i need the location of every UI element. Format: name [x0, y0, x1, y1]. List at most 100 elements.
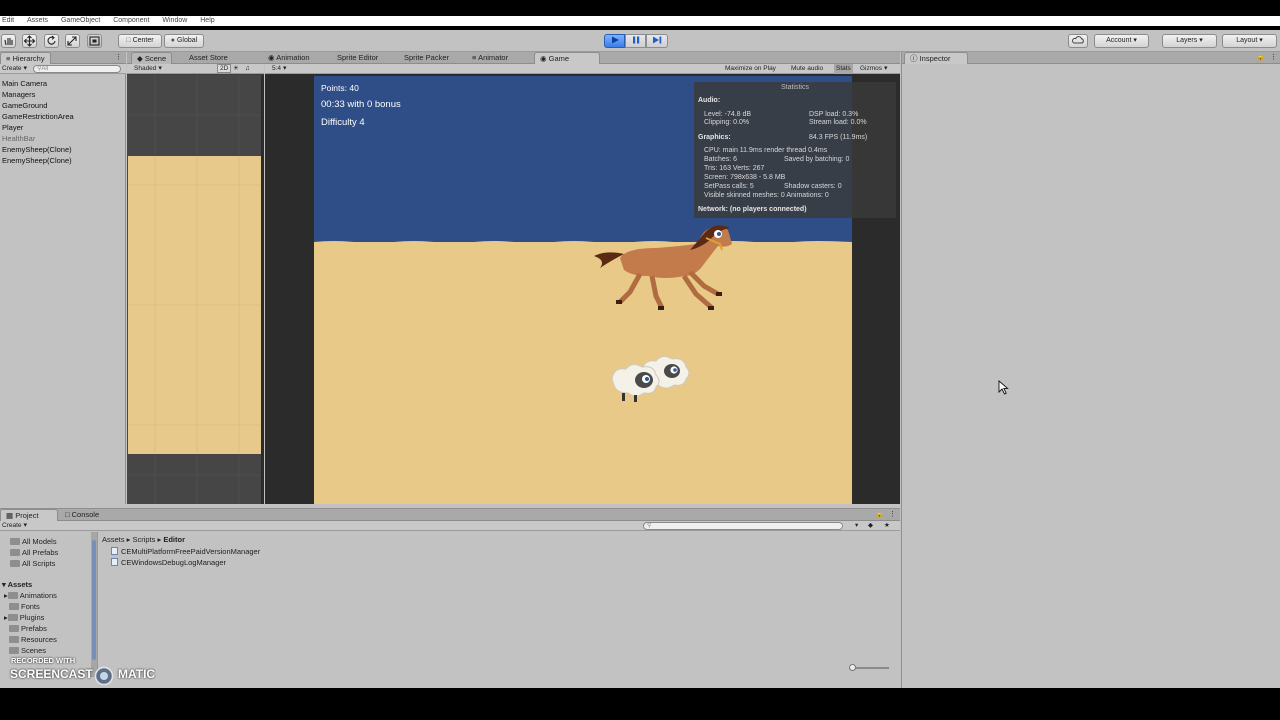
rect-tool-button[interactable] [87, 34, 102, 48]
filter-label-icon[interactable]: ◆ [868, 521, 873, 531]
game-tab-icon: ◉ [540, 54, 547, 63]
menu-item-help[interactable]: Help [200, 17, 214, 24]
lighting-icon[interactable]: ☀ [233, 64, 239, 74]
file-item[interactable]: CEWindowsDebugLogManager [111, 558, 226, 567]
hierarchy-toolbar: Create ⚲All [0, 64, 126, 74]
watermark-brand-left: SCREENCAST [10, 667, 93, 681]
panel-menu-icon[interactable]: ⋮ [889, 509, 896, 521]
hierarchy-item[interactable]: Player [2, 123, 23, 132]
layout-dropdown[interactable]: Layout [1222, 34, 1277, 48]
hierarchy-item[interactable]: GameRestrictionArea [2, 112, 74, 121]
tab-sprite-packer[interactable]: Sprite Packer [399, 52, 454, 64]
file-item[interactable]: CEMultiPlatformFreePaidVersionManager [111, 547, 260, 556]
hierarchy-create-dropdown[interactable]: Create [2, 64, 27, 74]
hierarchy-item[interactable]: HealthBar [2, 134, 35, 143]
favorite-all-models[interactable]: All Models [10, 537, 57, 546]
hand-tool-button[interactable] [1, 34, 16, 48]
lock-icon[interactable]: 🔒 [875, 509, 884, 521]
aspect-dropdown[interactable]: 5:4 [272, 64, 372, 74]
cloud-button[interactable] [1068, 34, 1088, 48]
favorite-all-prefabs[interactable]: All Prefabs [10, 548, 58, 557]
gizmos-dropdown[interactable]: Gizmos [860, 64, 888, 74]
move-tool-button[interactable] [22, 34, 37, 48]
hand-icon [4, 38, 13, 46]
game-toolbar: 5:4 Maximize on Play Mute audio Stats Gi… [265, 64, 900, 74]
stats-toggle[interactable]: Stats [834, 64, 853, 74]
audio-icon[interactable]: ♫ [245, 64, 250, 74]
play-button[interactable] [604, 34, 625, 48]
icon-size-slider[interactable] [849, 664, 889, 671]
pivot-center-label: Center [132, 37, 154, 44]
tab-console[interactable]: □ Console [60, 509, 104, 521]
folder-animations[interactable]: ▸ Animations [4, 591, 57, 600]
inspector-panel: ⓘ Inspector 🔒 ⋮ [901, 52, 1280, 688]
tab-game[interactable]: ◉ Game [534, 52, 600, 64]
tab-asset-store[interactable]: Asset Store [184, 52, 233, 64]
menu-item-component[interactable]: Component [113, 17, 149, 24]
tree-scrollbar-thumb[interactable] [92, 540, 96, 660]
menu-item-edit[interactable]: Edit [2, 17, 14, 24]
rect-icon [89, 36, 100, 46]
project-tab-label: Project [15, 511, 39, 520]
hierarchy-item[interactable]: EnemySheep(Clone) [2, 145, 72, 154]
menu-bar: Edit Assets GameObject Component Window … [0, 16, 1280, 26]
filter-type-icon[interactable]: ▾ [855, 521, 858, 531]
mode-2d-toggle[interactable]: 2D [217, 64, 232, 73]
pause-button[interactable] [625, 34, 646, 48]
tab-project[interactable]: ▦ Project [0, 509, 58, 521]
tab-animator[interactable]: ≡ Animator [467, 52, 513, 64]
tab-scene[interactable]: ◆ Scene [131, 52, 173, 64]
favorite-star-icon[interactable]: ★ [884, 521, 890, 531]
folder-icon [7, 592, 18, 599]
lock-icon[interactable]: 🔒 [1256, 52, 1265, 64]
project-create-dropdown[interactable]: Create [2, 521, 27, 531]
hierarchy-item[interactable]: Main Camera [2, 79, 47, 88]
folder-resources[interactable]: Resources [9, 635, 57, 644]
points-label: Points: 40 [321, 83, 359, 93]
search-folder-icon [10, 549, 20, 556]
hierarchy-item[interactable]: Managers [2, 90, 35, 99]
menu-item-assets[interactable]: Assets [27, 17, 48, 24]
tab-hierarchy[interactable]: ≡ Hierarchy [0, 52, 51, 64]
tab-inspector[interactable]: ⓘ Inspector [904, 52, 968, 64]
hierarchy-search-input[interactable]: ⚲All [33, 65, 121, 73]
scene-view[interactable]: Shaded 2D ☀ ♫ [127, 64, 264, 504]
icon-size-slider-thumb[interactable] [849, 664, 856, 671]
breadcrumb-editor[interactable]: Editor [163, 535, 185, 544]
stats-setpass: SetPass calls: 5 [704, 183, 754, 190]
maximize-on-play-toggle[interactable]: Maximize on Play [725, 64, 776, 74]
assets-root[interactable]: ▾ Assets [2, 580, 32, 589]
pivot-center-button[interactable]: □ Center [118, 34, 162, 48]
tab-animation[interactable]: ◉ Animation [263, 52, 315, 64]
pivot-global-button[interactable]: ● Global [164, 34, 204, 48]
breadcrumb-scripts[interactable]: Scripts [132, 535, 155, 544]
search-icon: ⚲ [647, 523, 652, 529]
account-dropdown[interactable]: Account [1094, 34, 1149, 48]
step-button[interactable] [646, 34, 668, 48]
panel-menu-icon[interactable]: ⋮ [1270, 52, 1277, 64]
favorite-all-scripts[interactable]: All Scripts [10, 559, 55, 568]
search-folder-icon [10, 560, 20, 567]
assets-root-label: Assets [7, 580, 33, 589]
rotate-tool-button[interactable] [44, 34, 59, 48]
watermark-recorded-with: RECORDED WITH [11, 656, 76, 665]
menu-item-window[interactable]: Window [162, 17, 187, 24]
globe-icon: ● [170, 37, 176, 44]
folder-icon [9, 636, 19, 643]
hierarchy-item[interactable]: GameGround [2, 101, 47, 110]
hierarchy-item[interactable]: EnemySheep(Clone) [2, 156, 72, 165]
scale-tool-button[interactable] [65, 34, 80, 48]
shading-mode-dropdown[interactable]: Shaded [134, 64, 162, 74]
panel-menu-icon[interactable]: ⋮ [115, 52, 122, 64]
tab-sprite-editor[interactable]: Sprite Editor [332, 52, 383, 64]
folder-fonts[interactable]: Fonts [9, 602, 40, 611]
folder-prefabs[interactable]: Prefabs [9, 624, 47, 633]
menu-item-gameobject[interactable]: GameObject [61, 17, 100, 24]
tab-animator-label: Animator [478, 53, 509, 62]
layers-dropdown[interactable]: Layers [1162, 34, 1217, 48]
project-search-input[interactable]: ⚲ [643, 522, 843, 530]
breadcrumb-assets[interactable]: Assets [102, 535, 125, 544]
mute-audio-toggle[interactable]: Mute audio [791, 64, 823, 74]
game-view[interactable]: 5:4 Maximize on Play Mute audio Stats Gi… [265, 64, 900, 504]
folder-plugins[interactable]: ▸ Plugins [4, 613, 44, 622]
